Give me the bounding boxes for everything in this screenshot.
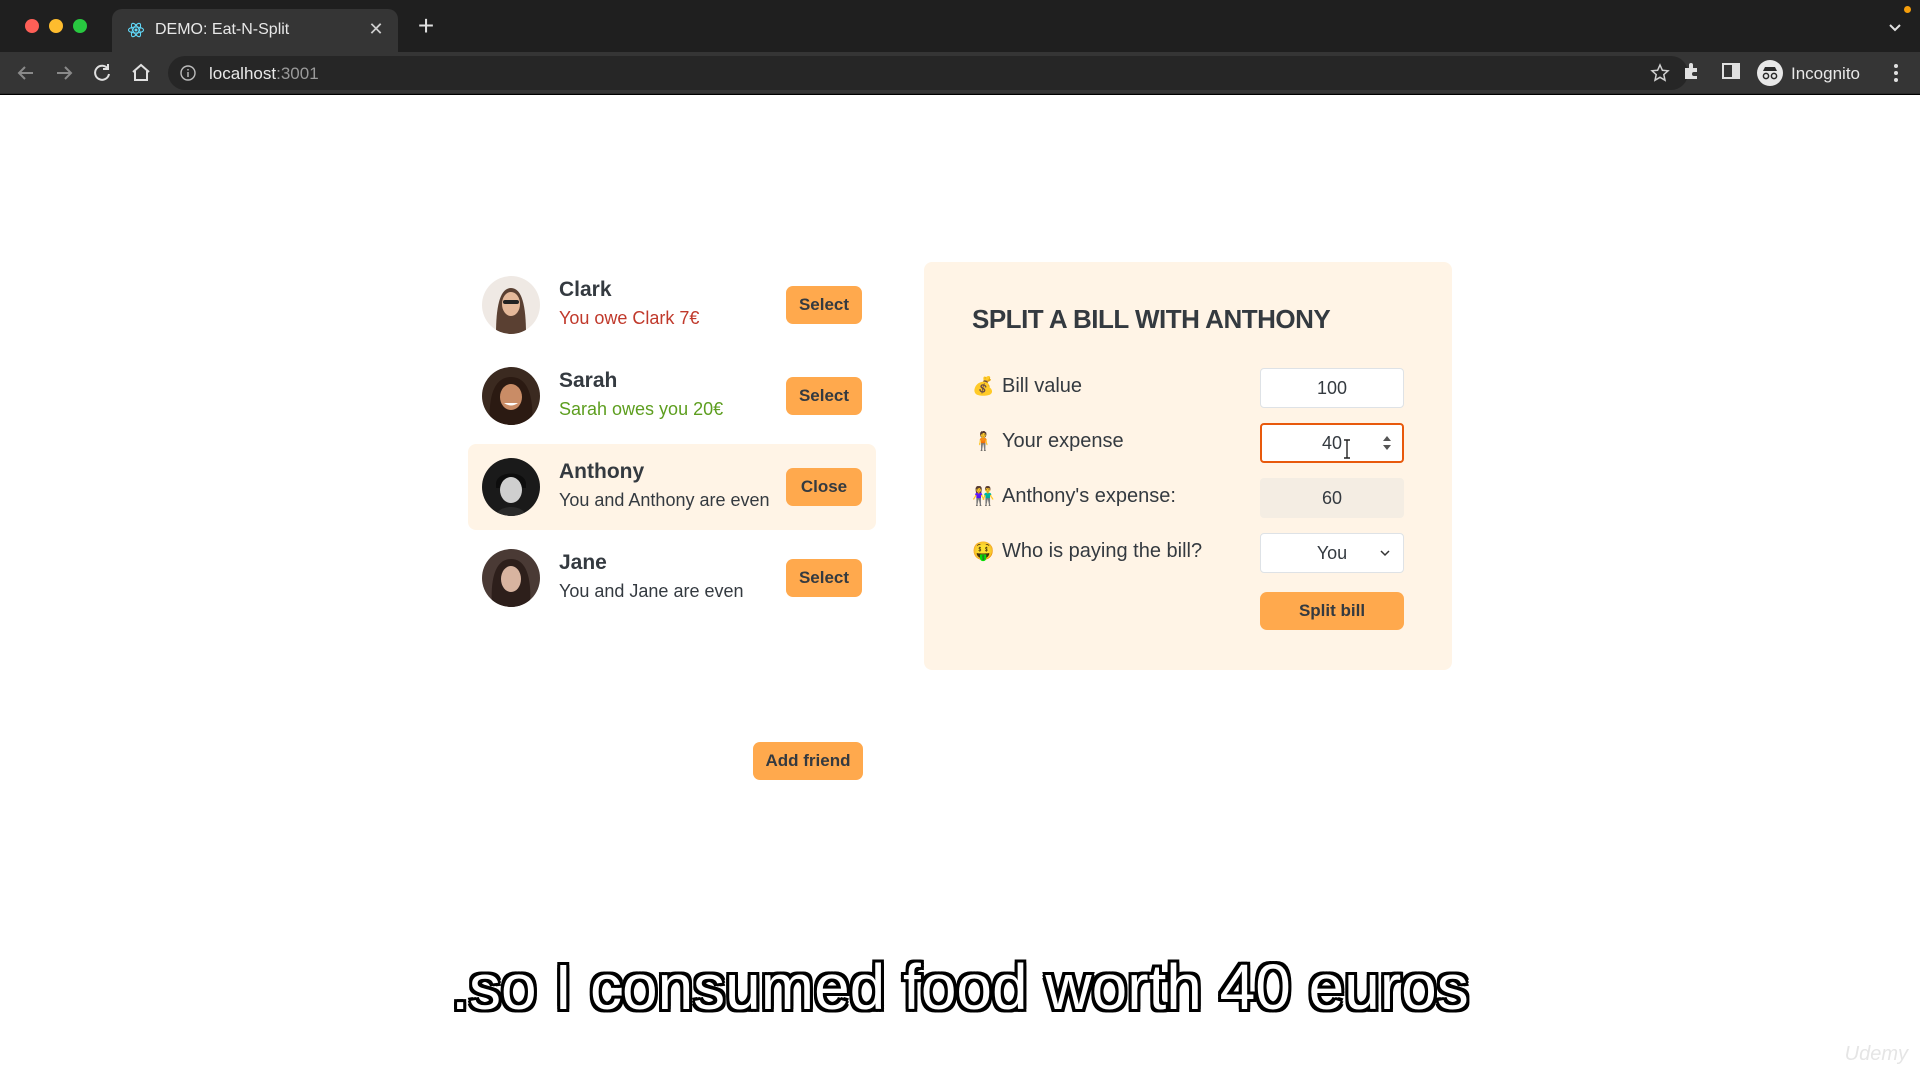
split-bill-form: SPLIT A BILL WITH ANTHONY 💰 Bill value 10…: [924, 262, 1452, 670]
friend-name: Anthony: [559, 460, 645, 483]
friend-expense-label: 👫 Anthony's expense:: [972, 485, 1176, 507]
video-subtitle: .so I consumed food worth 40 euros: [451, 951, 1469, 1023]
incognito-icon: [1757, 60, 1783, 86]
incognito-profile-button[interactable]: Incognito: [1753, 56, 1873, 90]
extensions-puzzle-icon[interactable]: [1681, 60, 1703, 82]
browser-tab-bar: DEMO: Eat-N-Split ✕ +: [0, 0, 1920, 52]
friend-status: You owe Clark 7€: [559, 308, 700, 328]
incognito-label: Incognito: [1791, 64, 1860, 83]
select-friend-button[interactable]: Select: [786, 559, 862, 597]
friend-item-jane: Jane You and Jane are even Select: [468, 535, 876, 621]
tab-search-chevron-icon[interactable]: [1886, 18, 1904, 36]
person-icon: 🧍: [972, 431, 995, 451]
minimize-window-button[interactable]: [49, 19, 63, 33]
browser-toolbar: localhost:3001 Incognito: [0, 52, 1920, 94]
maximize-window-button[interactable]: [73, 19, 87, 33]
home-icon[interactable]: [128, 60, 154, 86]
friend-item-sarah: Sarah Sarah owes you 20€ Select: [468, 353, 876, 439]
reload-icon[interactable]: [89, 60, 115, 86]
notification-dot: [1904, 6, 1911, 13]
friend-expense-input: 60: [1260, 478, 1404, 518]
react-icon: [127, 22, 145, 38]
add-friend-button[interactable]: Add friend: [753, 742, 863, 780]
back-icon[interactable]: [13, 60, 39, 86]
page-content: Clark You owe Clark 7€ Select Sarah Sara…: [0, 95, 1920, 1080]
friend-item-clark: Clark You owe Clark 7€ Select: [468, 262, 876, 348]
payer-select[interactable]: You: [1260, 533, 1404, 573]
more-menu-icon[interactable]: [1885, 60, 1907, 86]
tab-title: DEMO: Eat-N-Split: [155, 21, 290, 38]
udemy-watermark: Udemy: [1844, 1043, 1908, 1065]
bill-value-label: 💰 Bill value: [972, 375, 1083, 397]
info-icon[interactable]: [180, 65, 196, 81]
url-text: localhost:3001: [209, 64, 319, 83]
close-tab-icon[interactable]: ✕: [364, 17, 388, 41]
couple-icon: 👫: [972, 486, 995, 506]
your-expense-label: 🧍 Your expense: [972, 430, 1124, 452]
browser-tab-active[interactable]: DEMO: Eat-N-Split ✕: [112, 9, 398, 52]
your-expense-input[interactable]: 40: [1260, 423, 1404, 463]
select-friend-button[interactable]: Select: [786, 286, 862, 324]
split-bill-button[interactable]: Split bill: [1260, 592, 1404, 630]
money-face-icon: 🤑: [972, 541, 995, 561]
text-cursor-icon: [1344, 439, 1350, 459]
friend-status: Sarah owes you 20€: [559, 399, 724, 419]
number-stepper-icon[interactable]: [1382, 433, 1392, 453]
friend-name: Jane: [559, 551, 607, 574]
select-friend-button[interactable]: Select: [786, 377, 862, 415]
avatar: [482, 549, 540, 607]
address-bar[interactable]: localhost:3001: [168, 56, 1688, 90]
friend-name: Clark: [559, 278, 612, 301]
side-panel-icon[interactable]: [1720, 60, 1742, 82]
forward-icon[interactable]: [51, 60, 77, 86]
bill-value-input[interactable]: 100: [1260, 368, 1404, 408]
payer-label: 🤑 Who is paying the bill?: [972, 540, 1203, 562]
money-bag-icon: 💰: [972, 376, 995, 396]
friend-item-anthony: Anthony You and Anthony are even Close: [468, 444, 876, 530]
friend-name: Sarah: [559, 369, 618, 392]
friend-status: You and Jane are even: [559, 581, 744, 601]
close-friend-button[interactable]: Close: [786, 468, 862, 506]
close-window-button[interactable]: [25, 19, 39, 33]
avatar: [482, 367, 540, 425]
avatar: [482, 458, 540, 516]
new-tab-icon[interactable]: +: [413, 12, 439, 40]
chevron-down-icon: [1380, 550, 1390, 557]
bookmark-star-icon[interactable]: [1650, 63, 1670, 83]
friend-status: You and Anthony are even: [559, 490, 770, 510]
avatar: [482, 276, 540, 334]
form-title: SPLIT A BILL WITH ANTHONY: [972, 304, 1331, 334]
